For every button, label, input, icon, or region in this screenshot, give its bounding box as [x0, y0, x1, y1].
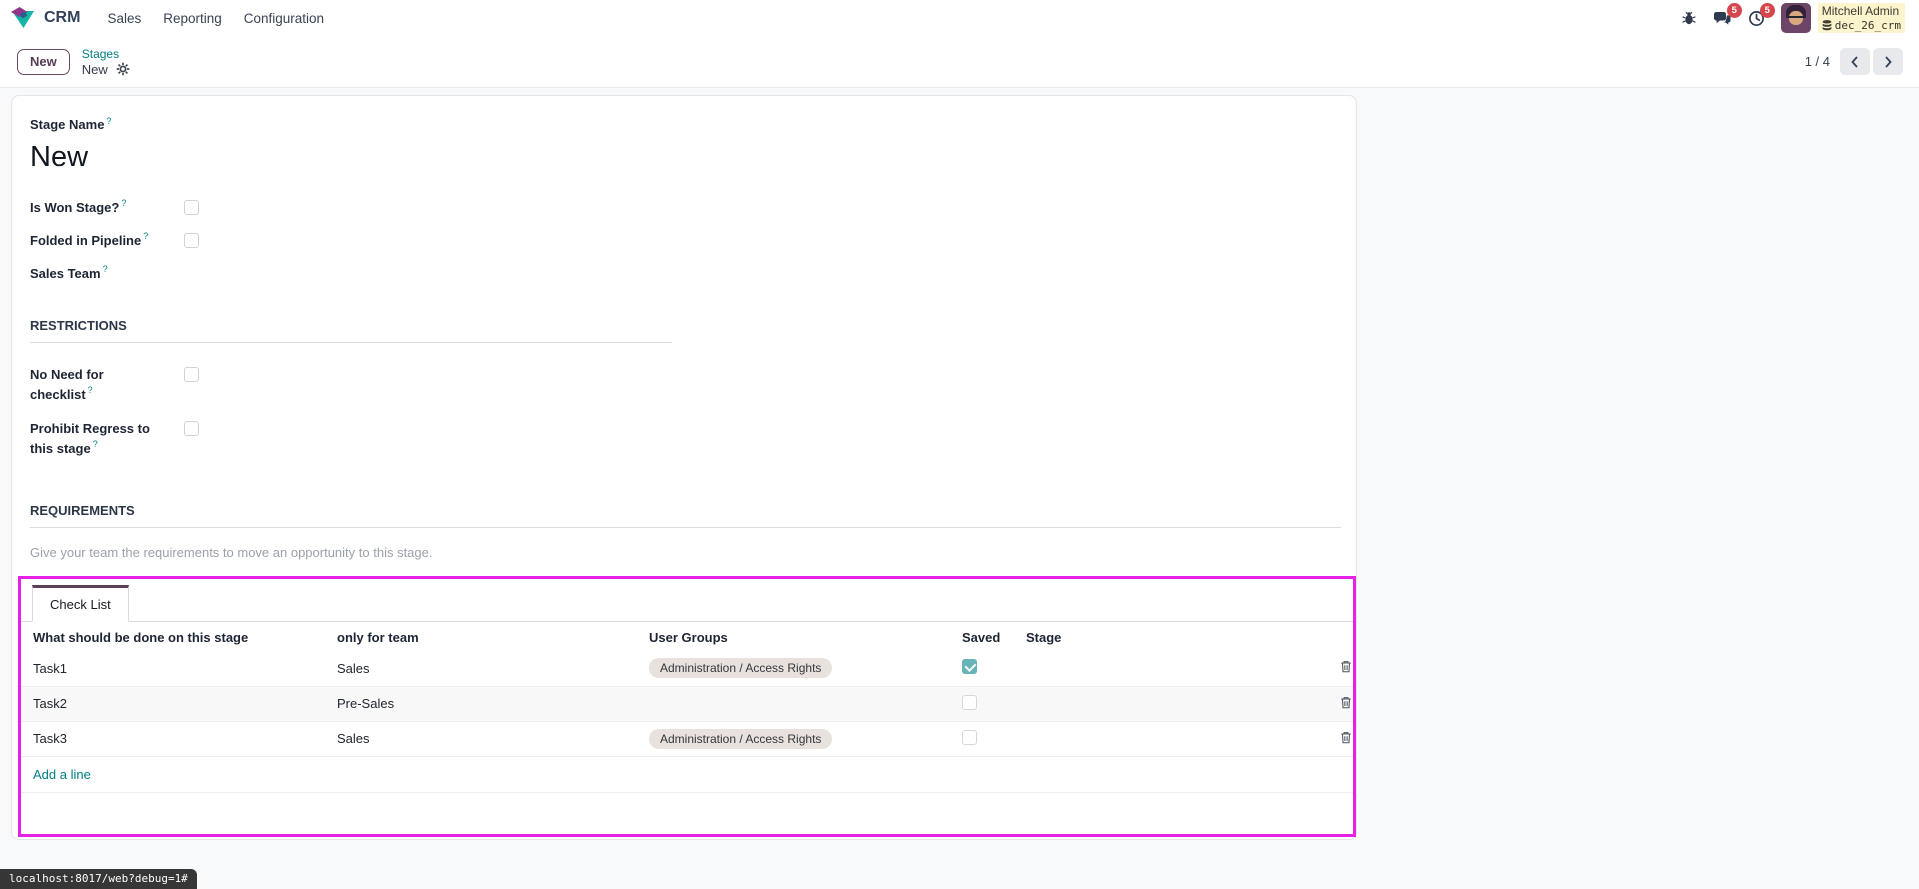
- checklist-row-1[interactable]: Task1 Sales Administration / Access Righ…: [21, 651, 1353, 687]
- user-group-tag[interactable]: Administration / Access Rights: [649, 728, 833, 749]
- breadcrumb-current: New: [81, 61, 108, 77]
- tab-check-list[interactable]: Check List: [32, 585, 129, 622]
- saved-checkbox[interactable]: [962, 694, 977, 710]
- stage-name-input[interactable]: New: [30, 141, 1340, 174]
- prohibit-regress-help-icon[interactable]: ?: [93, 439, 98, 449]
- checklist-table: What should be done on this stage only f…: [21, 622, 1353, 793]
- debug-bug-icon[interactable]: [1681, 10, 1697, 26]
- menu-reporting[interactable]: Reporting: [152, 11, 233, 26]
- main-menu: Sales Reporting Configuration: [96, 11, 335, 26]
- activities-clock-icon[interactable]: 5: [1748, 2, 1775, 27]
- stage-cell[interactable]: [1026, 721, 1305, 757]
- team-cell[interactable]: Pre-Sales: [337, 686, 649, 722]
- add-line-row: Add a line: [21, 756, 1353, 793]
- folded-in-pipeline-label: Folded in Pipeline: [30, 233, 142, 248]
- stage-name-help-icon[interactable]: ?: [106, 116, 111, 126]
- folded-in-pipeline-help-icon[interactable]: ?: [143, 231, 148, 241]
- stage-name-label: Stage Name: [30, 117, 105, 132]
- form-view-background: Stage Name? New Is Won Stage?? Folded in…: [0, 88, 1919, 889]
- form-sheet: Stage Name? New Is Won Stage?? Folded in…: [11, 95, 1357, 840]
- sales-team-label: Sales Team: [30, 266, 101, 281]
- app-name[interactable]: CRM: [44, 9, 80, 27]
- database-name: dec_26_crm: [1834, 18, 1901, 32]
- folded-in-pipeline-checkbox[interactable]: [184, 233, 199, 248]
- task-cell[interactable]: Task2: [21, 686, 337, 722]
- no-need-checklist-help-icon[interactable]: ?: [88, 385, 93, 395]
- is-won-stage-checkbox[interactable]: [184, 200, 199, 215]
- activities-badge: 5: [1759, 2, 1775, 18]
- browser-status-bar: localhost:8017/web?debug=1#: [0, 869, 197, 889]
- column-team[interactable]: only for team: [337, 622, 649, 651]
- saved-checkbox[interactable]: [962, 659, 977, 675]
- restrictions-section: RESTRICTIONS No Need for checklist? Proh…: [30, 318, 672, 458]
- team-cell[interactable]: Sales: [337, 651, 649, 687]
- column-saved[interactable]: Saved: [962, 622, 1026, 651]
- team-cell[interactable]: Sales: [337, 721, 649, 757]
- user-group-tag[interactable]: Administration / Access Rights: [649, 658, 833, 679]
- gear-icon[interactable]: [116, 62, 130, 76]
- top-navbar: CRM Sales Reporting Configuration 5 5 Mi…: [0, 0, 1919, 36]
- control-panel: New Stages New 1 / 4: [0, 36, 1919, 88]
- breadcrumb-stages-link[interactable]: Stages: [82, 47, 130, 61]
- pager-previous-button[interactable]: [1840, 48, 1870, 75]
- crm-app-logo-icon: [10, 5, 36, 31]
- task-cell[interactable]: Task3: [21, 721, 337, 757]
- breadcrumb: Stages New: [82, 47, 130, 77]
- user-groups-cell[interactable]: [649, 686, 962, 722]
- requirements-placeholder[interactable]: Give your team the requirements to move …: [30, 545, 1341, 560]
- messages-icon[interactable]: 5: [1713, 2, 1742, 27]
- new-button[interactable]: New: [17, 48, 70, 75]
- pager-next-button[interactable]: [1873, 48, 1903, 75]
- saved-checkbox[interactable]: [962, 729, 977, 745]
- column-user-groups[interactable]: User Groups: [649, 622, 962, 651]
- pager-value: 1 / 4: [1804, 54, 1830, 69]
- notebook-tab-strip: Check List: [21, 579, 1353, 622]
- is-won-stage-help-icon[interactable]: ?: [121, 198, 126, 208]
- requirements-section: REQUIREMENTS Give your team the requirem…: [30, 503, 1341, 560]
- prohibit-regress-label: Prohibit Regress to this stage: [30, 421, 150, 456]
- user-avatar: [1780, 3, 1811, 33]
- delete-row-icon[interactable]: [1339, 731, 1353, 748]
- restrictions-title: RESTRICTIONS: [30, 318, 672, 343]
- add-a-line-link[interactable]: Add a line: [33, 767, 91, 782]
- user-menu[interactable]: Mitchell Admin dec_26_crm: [1780, 3, 1905, 33]
- messages-badge: 5: [1726, 2, 1742, 18]
- user-info: Mitchell Admin dec_26_crm: [1817, 3, 1905, 33]
- requirements-title: REQUIREMENTS: [30, 503, 1341, 529]
- menu-configuration[interactable]: Configuration: [233, 11, 335, 26]
- stage-cell[interactable]: [1026, 686, 1305, 722]
- checklist-header-row: What should be done on this stage only f…: [21, 622, 1353, 651]
- stage-cell[interactable]: [1026, 651, 1305, 687]
- database-icon: [1822, 19, 1832, 31]
- checklist-row-2[interactable]: Task2 Pre-Sales: [21, 686, 1353, 722]
- column-task[interactable]: What should be done on this stage: [21, 622, 337, 651]
- app-menu[interactable]: CRM: [10, 5, 80, 31]
- delete-row-icon[interactable]: [1339, 696, 1353, 713]
- delete-row-icon[interactable]: [1339, 661, 1353, 677]
- menu-sales[interactable]: Sales: [96, 11, 152, 26]
- task-cell[interactable]: Task1: [21, 651, 337, 687]
- pager: 1 / 4: [1805, 48, 1903, 75]
- no-need-checklist-checkbox[interactable]: [184, 367, 199, 382]
- user-name: Mitchell Admin: [1821, 4, 1900, 19]
- sales-team-help-icon[interactable]: ?: [103, 264, 108, 274]
- prohibit-regress-checkbox[interactable]: [184, 421, 199, 437]
- navbar-systray: 5 5 Mitchell Admin dec_26_crm: [1681, 2, 1905, 33]
- checklist-row-3[interactable]: Task3 Sales Administration / Access Righ…: [21, 721, 1353, 757]
- checklist-notebook: Check List What should be done on this s…: [18, 576, 1356, 837]
- is-won-stage-label: Is Won Stage?: [30, 200, 120, 215]
- column-stage[interactable]: Stage: [1026, 622, 1305, 651]
